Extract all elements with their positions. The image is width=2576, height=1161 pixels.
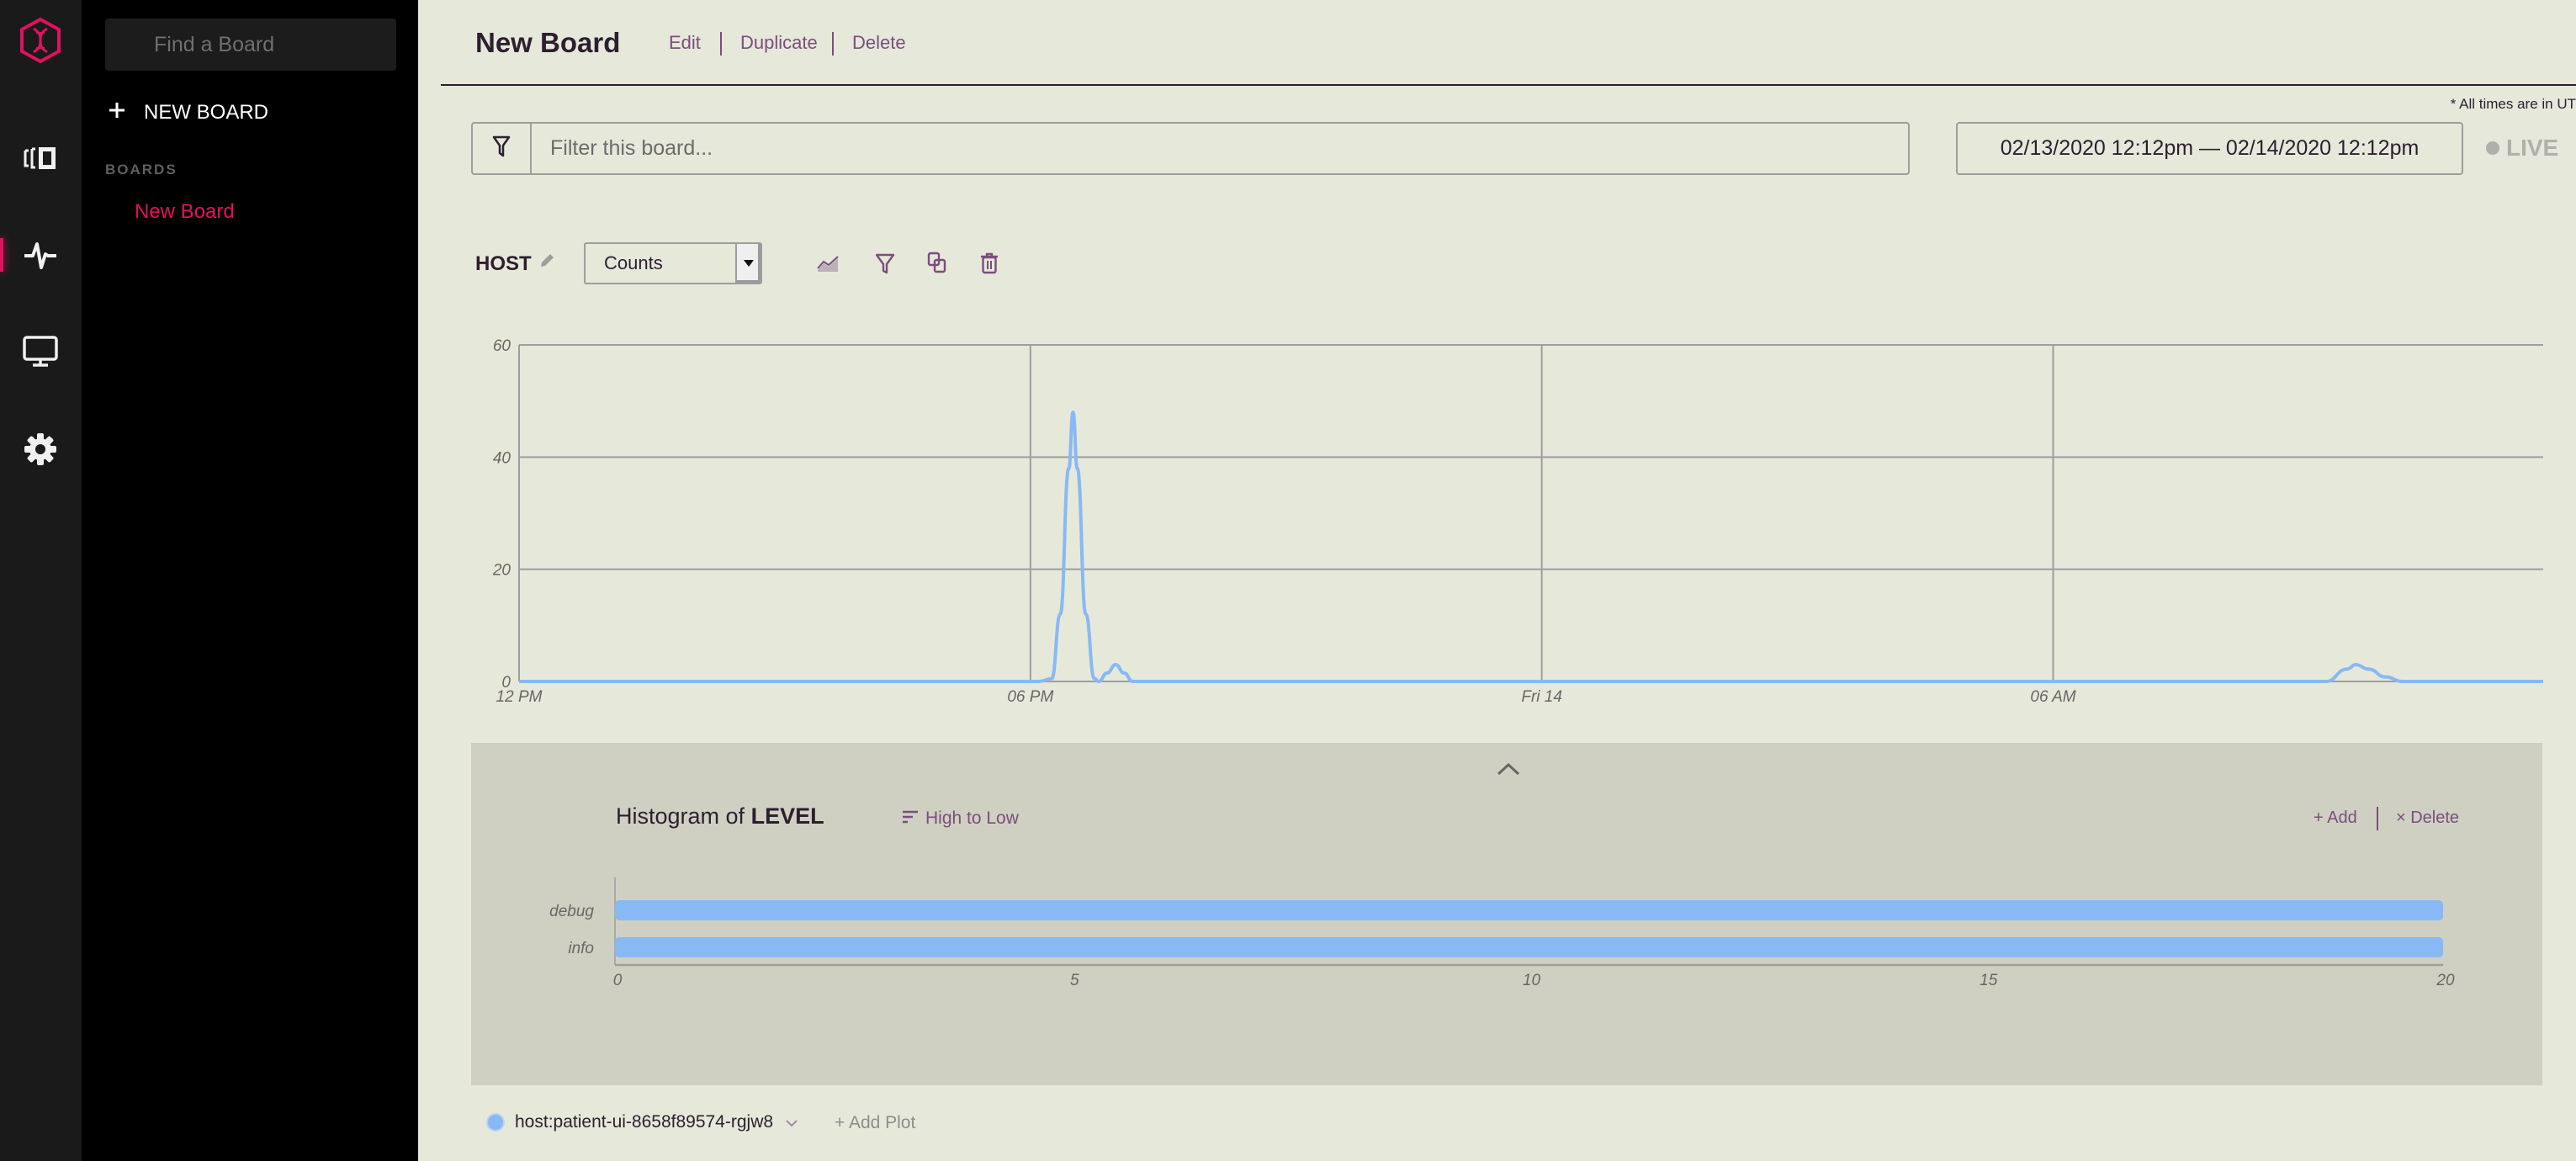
sidebar-item-new-board[interactable]: New Board: [135, 200, 235, 224]
add-histogram-button[interactable]: + Add: [2314, 808, 2357, 828]
category-label: info: [568, 940, 594, 957]
category-label: debug: [549, 903, 594, 920]
find-board-input[interactable]: [105, 19, 396, 71]
logo-icon[interactable]: [19, 17, 62, 64]
live-status-dot: [2486, 141, 2499, 155]
edit-field-button[interactable]: [538, 252, 555, 273]
histogram-bar: [615, 937, 2443, 957]
x-tick-label: 10: [1523, 972, 1541, 989]
divider: [832, 32, 834, 56]
filter-icon: [875, 252, 895, 278]
duplicate-plot-button[interactable]: [923, 251, 951, 279]
sort-label: High to Low: [925, 808, 1019, 828]
new-board-label: NEW BOARD: [144, 101, 269, 124]
filter-button[interactable]: [473, 124, 532, 173]
histogram-panel: Histogram of LEVEL High to Low + Add × D…: [471, 743, 2542, 1085]
plot-field-label: HOST: [475, 252, 532, 275]
aggregation-select[interactable]: Counts: [584, 242, 762, 284]
icon-rail: [0, 0, 82, 1161]
histogram-title-prefix: Histogram of: [616, 803, 745, 829]
filter-icon: [492, 135, 511, 162]
filter-bar: [471, 122, 1910, 175]
divider: [2377, 807, 2378, 830]
sidebar: NEW BOARD BOARDS New Board: [82, 0, 418, 1161]
y-tick-label: 20: [492, 562, 511, 580]
delete-plot-button[interactable]: [975, 251, 1004, 279]
duplicate-link[interactable]: Duplicate: [740, 32, 818, 54]
x-tick-label: 06 AM: [2030, 688, 2075, 706]
live-tail-icon[interactable]: [19, 136, 62, 180]
monitor-icon[interactable]: [19, 330, 62, 374]
aggregation-value: Counts: [604, 252, 663, 273]
x-tick-label: 12 PM: [496, 688, 543, 706]
timezone-note: * All times are in UT: [2450, 96, 2576, 112]
settings-icon[interactable]: [19, 427, 62, 471]
x-tick-label: 15: [1980, 972, 1998, 989]
boards-icon[interactable]: [19, 233, 62, 277]
header-divider: [441, 84, 2576, 86]
series-color-swatch: [488, 1115, 503, 1130]
y-tick-label: 40: [493, 449, 511, 467]
collapse-button[interactable]: [1496, 761, 1521, 781]
pencil-icon: [538, 254, 555, 273]
filter-plot-button[interactable]: [871, 251, 899, 279]
area-chart-icon: [816, 253, 840, 278]
histogram-title-field: LEVEL: [750, 803, 824, 829]
chevron-up-icon: [1496, 762, 1521, 780]
series-line: [518, 411, 2543, 684]
new-board-button[interactable]: NEW BOARD: [109, 101, 268, 125]
legend-item[interactable]: host:patient-ui-8658f89574-rgjw8: [488, 1112, 798, 1132]
histogram-bar: [615, 900, 2443, 920]
live-toggle[interactable]: LIVE: [2486, 135, 2558, 162]
legend-label: host:patient-ui-8658f89574-rgjw8: [515, 1112, 774, 1132]
plus-icon: [109, 101, 125, 125]
chart-type-button[interactable]: [814, 251, 842, 279]
x-tick-label: 5: [1070, 972, 1079, 989]
divider: [720, 32, 722, 56]
page-title: New Board: [475, 27, 621, 58]
sort-button[interactable]: High to Low: [902, 808, 1019, 829]
x-tick-label: 0: [613, 972, 623, 989]
active-indicator: [0, 238, 3, 272]
y-tick-label: 60: [493, 337, 511, 355]
duplicate-icon: [926, 252, 948, 279]
x-tick-label: 06 PM: [1007, 688, 1053, 706]
filter-input[interactable]: [532, 124, 1908, 173]
delete-link[interactable]: Delete: [852, 32, 906, 54]
sort-icon: [902, 808, 919, 829]
chevron-down-icon: [785, 1112, 798, 1132]
histogram-chart: debug info 0 5 10 15 20: [549, 877, 2455, 989]
line-chart: 020406012 PM 06 PM Fri 14 06 AM: [492, 337, 2543, 706]
boards-section-label: BOARDS: [105, 162, 178, 178]
date-range-picker[interactable]: 02/13/2020 12:12pm — 02/14/2020 12:12pm: [1956, 122, 2463, 175]
x-tick-label: 20: [2436, 972, 2455, 989]
add-plot-button[interactable]: + Add Plot: [835, 1113, 915, 1133]
x-tick-label: Fri 14: [1521, 688, 1562, 706]
histogram-title: Histogram of LEVEL: [616, 803, 824, 830]
delete-histogram-button[interactable]: × Delete: [2396, 808, 2459, 828]
live-label: LIVE: [2506, 135, 2559, 161]
trash-icon: [979, 252, 999, 279]
chevron-down-icon: [735, 244, 761, 283]
edit-link[interactable]: Edit: [669, 32, 701, 54]
